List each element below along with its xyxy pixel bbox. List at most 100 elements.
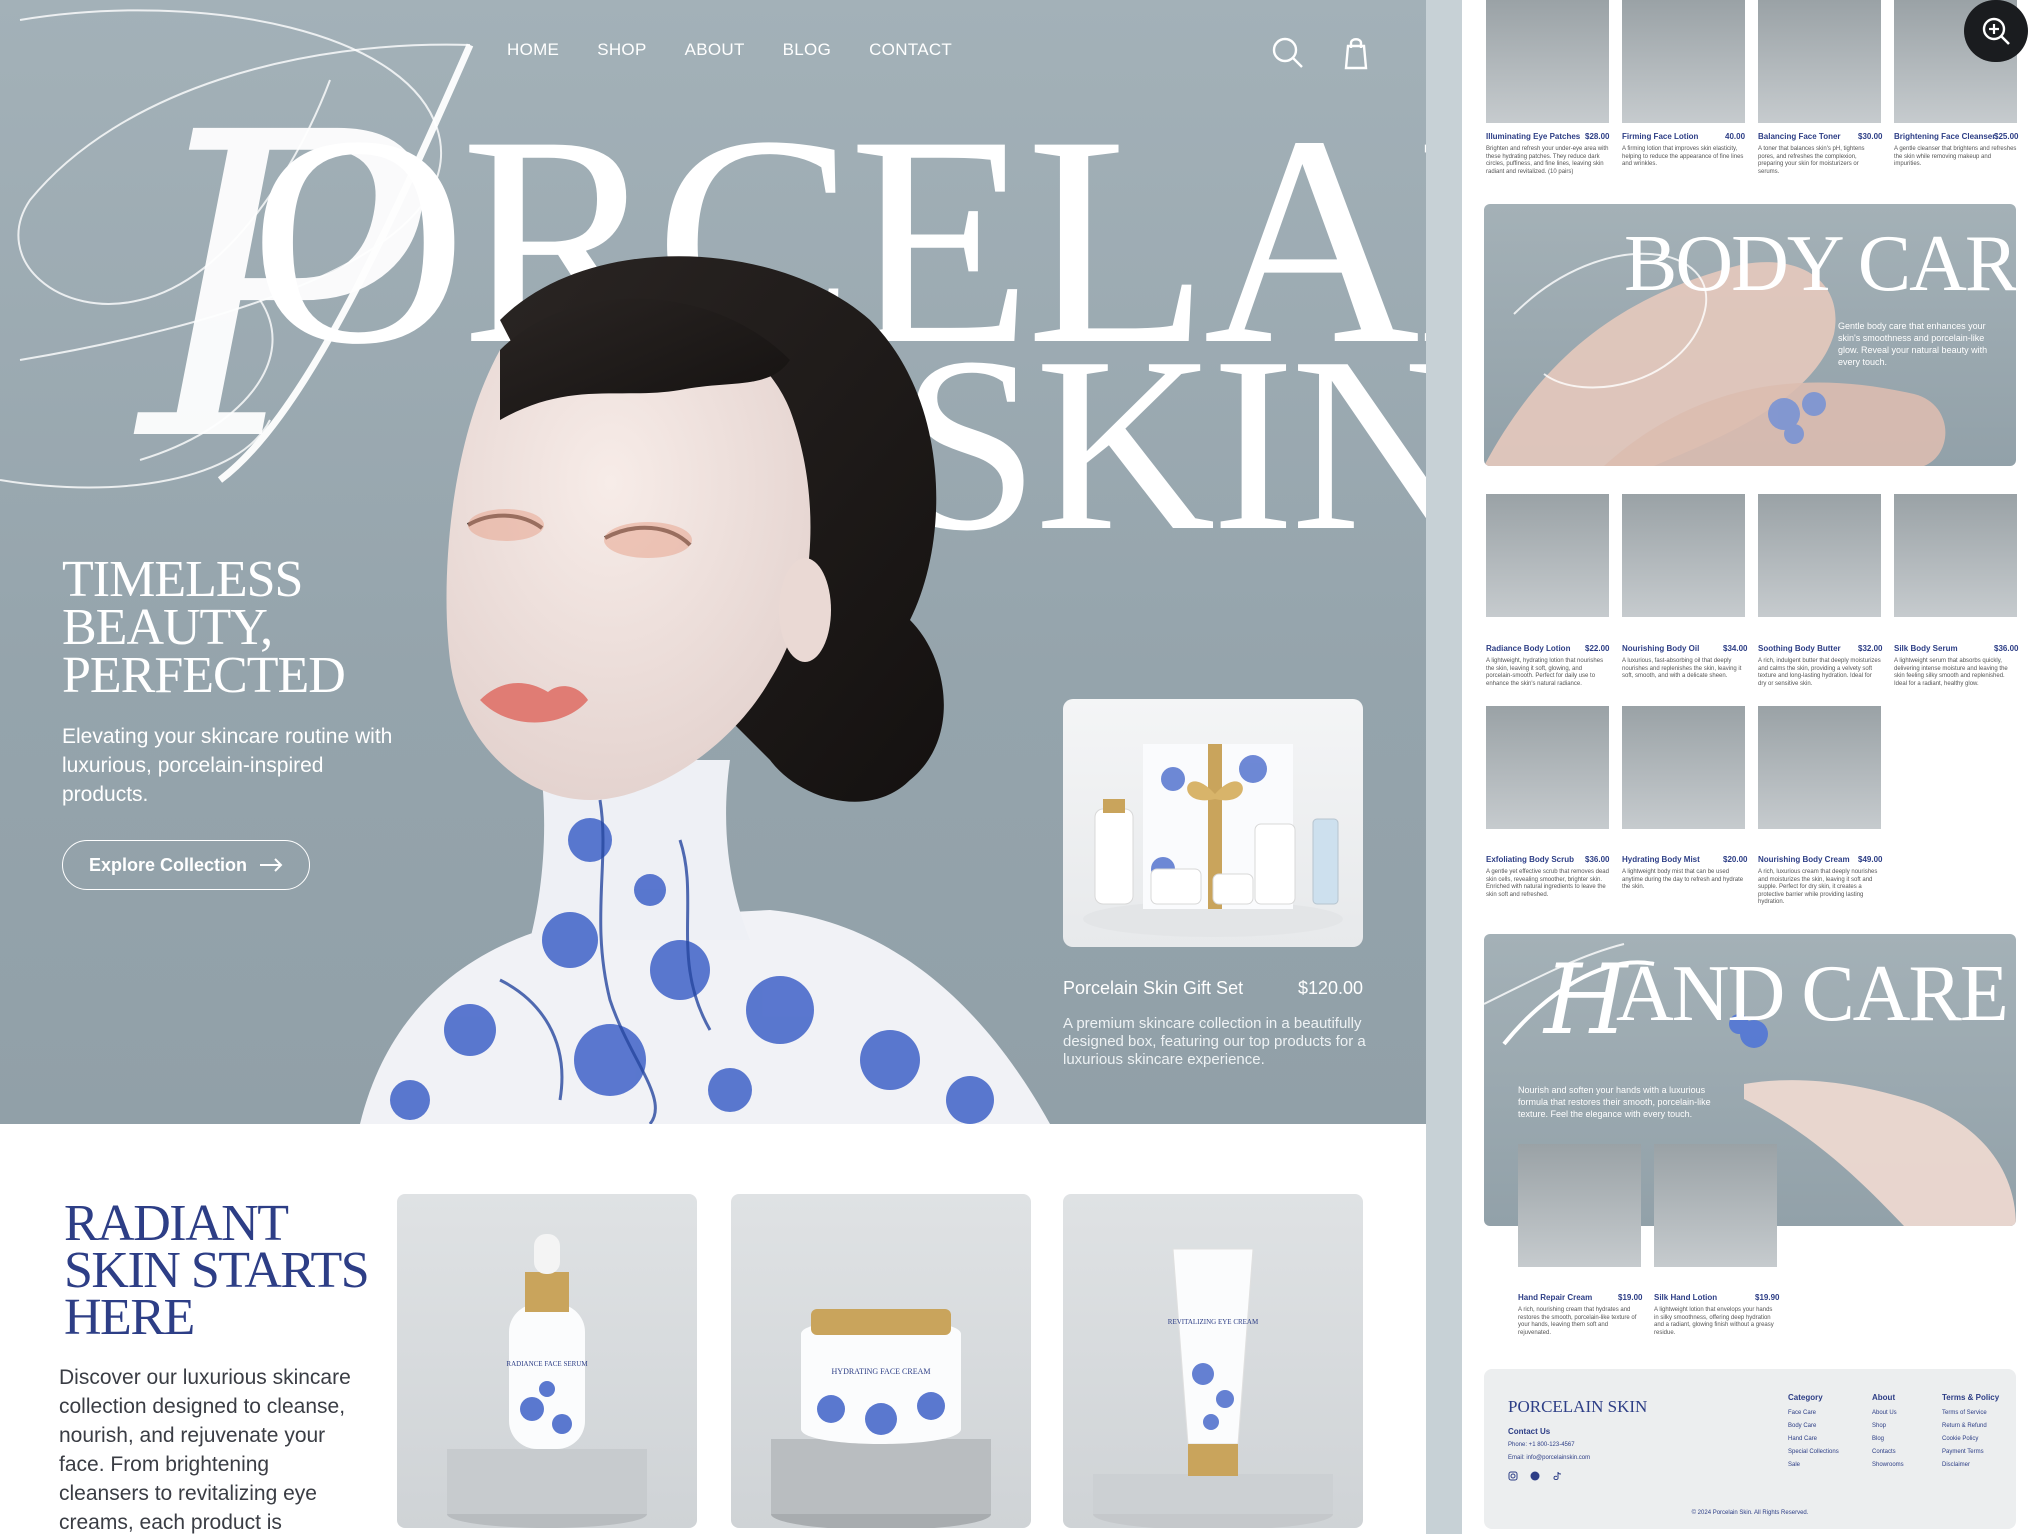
main-nav: HOME SHOP ABOUT BLOG CONTACT (507, 40, 952, 60)
footer-link[interactable]: Hand Care (1788, 1433, 1817, 1447)
product-image-eye-patches[interactable] (1486, 0, 1609, 123)
gift-set-description: A premium skincare collection in a beaut… (1063, 1015, 1366, 1068)
footer-brand[interactable]: PORCELAIN SKIN (1508, 1397, 1647, 1417)
hand-care-initial: H (1544, 944, 1628, 1056)
footer-phone[interactable]: Phone: +1 800-123-4567 (1508, 1439, 1575, 1453)
serum-label: RADIANCE FACE SERUM (506, 1360, 588, 1368)
product-image-body-serum[interactable] (1894, 494, 2017, 617)
footer-link[interactable]: Terms of Service (1942, 1407, 1987, 1421)
eye-cream-tube-image: REVITALIZING EYE CREAM (1093, 1248, 1333, 1528)
footer-link[interactable]: About Us (1872, 1407, 1897, 1421)
header-actions (1272, 36, 1370, 70)
product-image-toner[interactable] (1758, 0, 1881, 123)
footer-contact-heading: Contact Us (1508, 1427, 1551, 1436)
face-cream-label: HYDRATING FACE CREAM (832, 1367, 931, 1376)
landing-page: P ORCELAIN SKIN (0, 0, 1426, 1534)
product-description: A lightweight, hydrating lotion that nou… (1486, 658, 1604, 687)
footer-link[interactable]: Cookie Policy (1942, 1433, 1978, 1447)
product-description: A luxurious, fast-absorbing oil that dee… (1622, 658, 1742, 679)
section-description: Discover our luxurious skincare collecti… (59, 1366, 351, 1534)
gift-set-name[interactable]: Porcelain Skin Gift Set (1063, 978, 1243, 999)
body-care-text: Gentle body care that enhances your skin… (1838, 321, 1988, 367)
footer-link[interactable]: Payment Terms (1942, 1446, 1984, 1460)
nav-contact[interactable]: CONTACT (869, 40, 952, 60)
product-description: A rich, indulgent butter that deeply moi… (1758, 658, 1881, 687)
preview-panel: Illuminating Eye Patches $28.00 Brighten… (1462, 0, 2034, 1534)
zoom-in-icon (1982, 17, 2010, 45)
product-price: $34.00 (1723, 644, 1748, 653)
footer-link[interactable]: Blog (1872, 1433, 1884, 1447)
product-price: $30.00 (1858, 132, 1883, 141)
product-price: $19.90 (1755, 1293, 1780, 1302)
site-footer: PORCELAIN SKIN Contact Us Phone: +1 800-… (1484, 1369, 2016, 1529)
footer-link[interactable]: Return & Refund (1942, 1420, 1987, 1434)
featured-product-serum[interactable]: RADIANCE FACE SERUM (397, 1194, 697, 1528)
product-price: $20.00 (1723, 855, 1748, 864)
product-price: $25.00 (1994, 132, 2019, 141)
nav-home[interactable]: HOME (507, 40, 559, 60)
product-description: A lightweight lotion that envelops your … (1654, 1307, 1774, 1336)
product-price: $36.00 (1994, 644, 2019, 653)
shopping-bag-icon[interactable] (1342, 36, 1370, 70)
product-description: A lightweight body mist that can be used… (1622, 869, 1744, 890)
instagram-icon[interactable] (1508, 1471, 1518, 1481)
explore-collection-label: Explore Collection (88, 854, 248, 875)
footer-link[interactable]: Showrooms (1872, 1459, 1904, 1473)
hero-title: TIMELESS BEAUTY, PERFECTED (62, 551, 346, 704)
body-care-title: BODY CARE (1624, 220, 2016, 308)
hero-section: P ORCELAIN SKIN (0, 0, 1426, 1124)
footer-email[interactable]: Email: info@porcelainskin.com (1508, 1452, 1590, 1466)
product-description: A gentle cleanser that brightens and ref… (1894, 146, 2017, 167)
footer-col-heading: Category (1788, 1393, 1823, 1402)
facebook-icon[interactable] (1530, 1471, 1540, 1481)
face-cream-jar-image: HYDRATING FACE CREAM (771, 1309, 991, 1528)
gift-set-image[interactable] (1063, 699, 1363, 947)
hand-care-title: AND CARE (1616, 950, 2009, 1038)
product-image-firming-lotion[interactable] (1622, 0, 1745, 123)
product-price: $22.00 (1585, 644, 1610, 653)
footer-col-heading: About (1872, 1393, 1896, 1402)
footer-link[interactable]: Shop (1872, 1420, 1886, 1434)
product-description: A firming lotion that improves skin elas… (1622, 146, 1744, 167)
product-description: A toner that balances skin's pH, tighten… (1758, 146, 1865, 175)
footer-link[interactable]: Face Care (1788, 1407, 1816, 1421)
eye-cream-label: REVITALIZING EYE CREAM (1168, 1318, 1259, 1326)
explore-collection-button[interactable]: Explore Collection (62, 840, 310, 890)
footer-col-heading: Terms & Policy (1942, 1393, 2000, 1402)
product-price: $32.00 (1858, 644, 1883, 653)
product-image-body-mist[interactable] (1622, 706, 1745, 829)
footer-link[interactable]: Special Collections (1788, 1446, 1839, 1460)
product-description: A rich, nourishing cream that hydrates a… (1518, 1307, 1637, 1336)
model-portrait-image (360, 256, 1050, 1124)
tiktok-icon[interactable] (1552, 1471, 1562, 1481)
footer-link[interactable]: Disclaimer (1942, 1459, 1970, 1473)
social-links (1508, 1471, 1562, 1481)
search-icon[interactable] (1272, 36, 1304, 70)
featured-product-face-cream[interactable]: HYDRATING FACE CREAM (731, 1194, 1031, 1528)
product-image-body-lotion[interactable] (1486, 494, 1609, 617)
footer-link[interactable]: Body Care (1788, 1420, 1816, 1434)
product-price: $49.00 (1858, 855, 1883, 864)
gift-box-illustration (1083, 744, 1343, 937)
zoom-in-button[interactable] (1964, 0, 2028, 62)
product-price: 40.00 (1725, 132, 1746, 141)
product-image-body-scrub[interactable] (1486, 706, 1609, 829)
nav-shop[interactable]: SHOP (597, 40, 646, 60)
product-image-hand-cream[interactable] (1518, 1144, 1641, 1267)
footer-link[interactable]: Contacts (1872, 1446, 1896, 1460)
product-image-body-butter[interactable] (1758, 494, 1881, 617)
body-care-banner[interactable]: BODY CARE Gentle body care that enhances… (1484, 204, 2016, 466)
nav-blog[interactable]: BLOG (783, 40, 831, 60)
product-price: $36.00 (1585, 855, 1610, 864)
product-image-body-oil[interactable] (1622, 494, 1745, 617)
product-image-hand-lotion[interactable] (1654, 1144, 1777, 1267)
footer-link[interactable]: Sale (1788, 1459, 1800, 1473)
nav-about[interactable]: ABOUT (685, 40, 745, 60)
serum-bottle-image: RADIANCE FACE SERUM (447, 1234, 647, 1528)
footer-copyright: © 2024 Porcelain Skin. All Rights Reserv… (1691, 1510, 1809, 1516)
product-description: A lightweight serum that absorbs quickly… (1894, 658, 2008, 687)
product-image-body-cream[interactable] (1758, 706, 1881, 829)
hand-care-text: Nourish and soften your hands with a lux… (1518, 1085, 1711, 1119)
featured-product-eye-cream[interactable]: REVITALIZING EYE CREAM (1063, 1194, 1363, 1528)
arrow-right-icon (260, 858, 283, 872)
